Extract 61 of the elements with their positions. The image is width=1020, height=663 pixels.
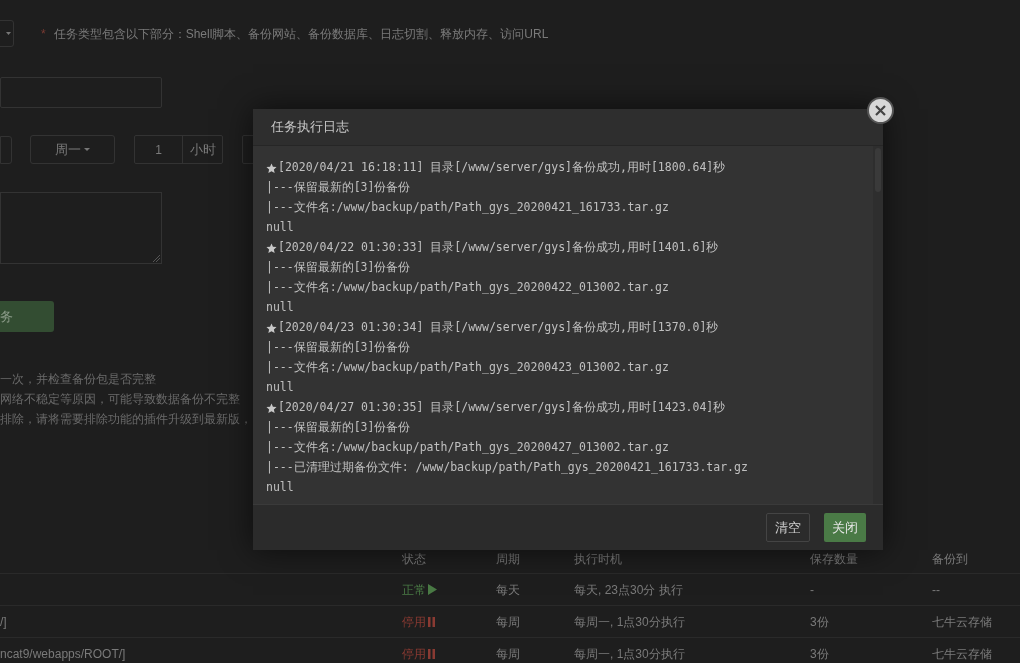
table-cell-text: 每天 xyxy=(496,581,521,599)
table-cell-text: - xyxy=(810,581,815,599)
log-line: null xyxy=(266,479,294,497)
log-line: |---文件名:/www/backup/path/Path_gys_20200422_013002.tar.gz xyxy=(266,279,669,297)
caret-icon xyxy=(6,32,11,35)
log-line: [2020/04/27 01:30:35] 目录[/www/server/gys]备份成功,用时[1423.04]秒 xyxy=(278,399,726,417)
log-line: |---保留最新的[3]份备份 xyxy=(266,179,411,197)
table-cell-text: 3份 xyxy=(810,645,830,663)
pause-icon xyxy=(428,648,435,659)
column-header: 备份到 xyxy=(932,550,969,568)
table-cell-text: 每周 xyxy=(496,613,521,631)
table-cell-text: 七牛云存储 xyxy=(932,613,993,631)
script-textarea[interactable] xyxy=(0,192,162,264)
star-icon xyxy=(266,402,277,414)
log-line: |---保留最新的[3]份备份 xyxy=(266,259,411,277)
close-button[interactable]: 关闭 xyxy=(824,513,866,542)
note-text: 一次，并检查备份包是否完整 xyxy=(0,371,156,388)
log-line: [2020/04/22 01:30:33] 目录[/www/server/gys]备份成功,用时[1401.6]秒 xyxy=(278,239,719,257)
log-line: |---文件名:/www/backup/path/Path_gys_20200421_161733.tar.gz xyxy=(266,199,669,217)
log-line: [2020/04/21 16:18:11] 目录[/www/server/gys]备份成功,用时[1800.64]秒 xyxy=(278,159,726,177)
log-line: null xyxy=(266,219,294,237)
table-cell-text: 每周一, 1点30分执行 xyxy=(574,645,686,663)
star-icon xyxy=(266,322,277,334)
scrollbar[interactable] xyxy=(873,146,883,504)
table-cell-text: 七牛云存储 xyxy=(932,645,993,663)
star-icon xyxy=(266,242,277,254)
close-icon[interactable] xyxy=(867,97,894,124)
star-icon xyxy=(266,162,277,174)
column-header: 周期 xyxy=(496,550,521,568)
required-mark: * xyxy=(41,25,46,43)
table-cell-text: -- xyxy=(932,581,941,599)
table-cell-text: 每周 xyxy=(496,645,521,663)
dialog-title: 任务执行日志 xyxy=(271,118,349,137)
log-line: |---保留最新的[3]份备份 xyxy=(266,339,411,357)
log-line: null xyxy=(266,379,294,397)
status-cell[interactable]: 停用 xyxy=(402,612,496,631)
log-line: |---已清理过期备份文件: /www/backup/path/Path_gys_20200421_161733.tar.gz xyxy=(266,459,748,477)
column-header: 执行时机 xyxy=(574,550,623,568)
log-line: [2020/04/23 01:30:34] 目录[/www/server/gys]备份成功,用时[1370.0]秒 xyxy=(278,319,719,337)
table-cell-text: 3份 xyxy=(810,613,830,631)
log-line: |---文件名:/www/backup/path/Path_gys_20200423_013002.tar.gz xyxy=(266,359,669,377)
play-icon xyxy=(428,584,437,595)
log-line: |---保留最新的[3]份备份 xyxy=(266,419,411,437)
table-cell-text: ncat9/webapps/ROOT/] xyxy=(0,645,127,663)
table-cell-text: 每天, 23点30分 执行 xyxy=(574,581,684,599)
task-type-hint: 任务类型包含以下部分：Shell脚本、备份网站、备份数据库、日志切割、释放内存、访问URL xyxy=(53,25,549,43)
column-header: 保存数量 xyxy=(810,550,859,568)
table-cell-text: 每周一, 1点30分执行 xyxy=(574,613,686,631)
column-header: 状态 xyxy=(402,550,427,568)
status-cell[interactable]: 正常 xyxy=(402,580,496,599)
pause-icon xyxy=(428,616,435,627)
add-task-button[interactable]: 务 xyxy=(0,301,54,332)
log-line: null xyxy=(266,299,294,317)
table-cell-text: /] xyxy=(0,613,8,631)
status-cell[interactable]: 停用 xyxy=(402,644,496,663)
resize-handle-icon[interactable] xyxy=(153,255,160,262)
clear-button[interactable]: 清空 xyxy=(766,513,810,542)
note-text: 排除，请将需要排除功能的插件升级到最新版， xyxy=(0,411,252,428)
caret-icon xyxy=(84,148,90,151)
note-text: 网络不稳定等原因，可能导致数据备份不完整 xyxy=(0,391,240,408)
log-line: |---文件名:/www/backup/path/Path_gys_20200427_013002.tar.gz xyxy=(266,439,669,457)
